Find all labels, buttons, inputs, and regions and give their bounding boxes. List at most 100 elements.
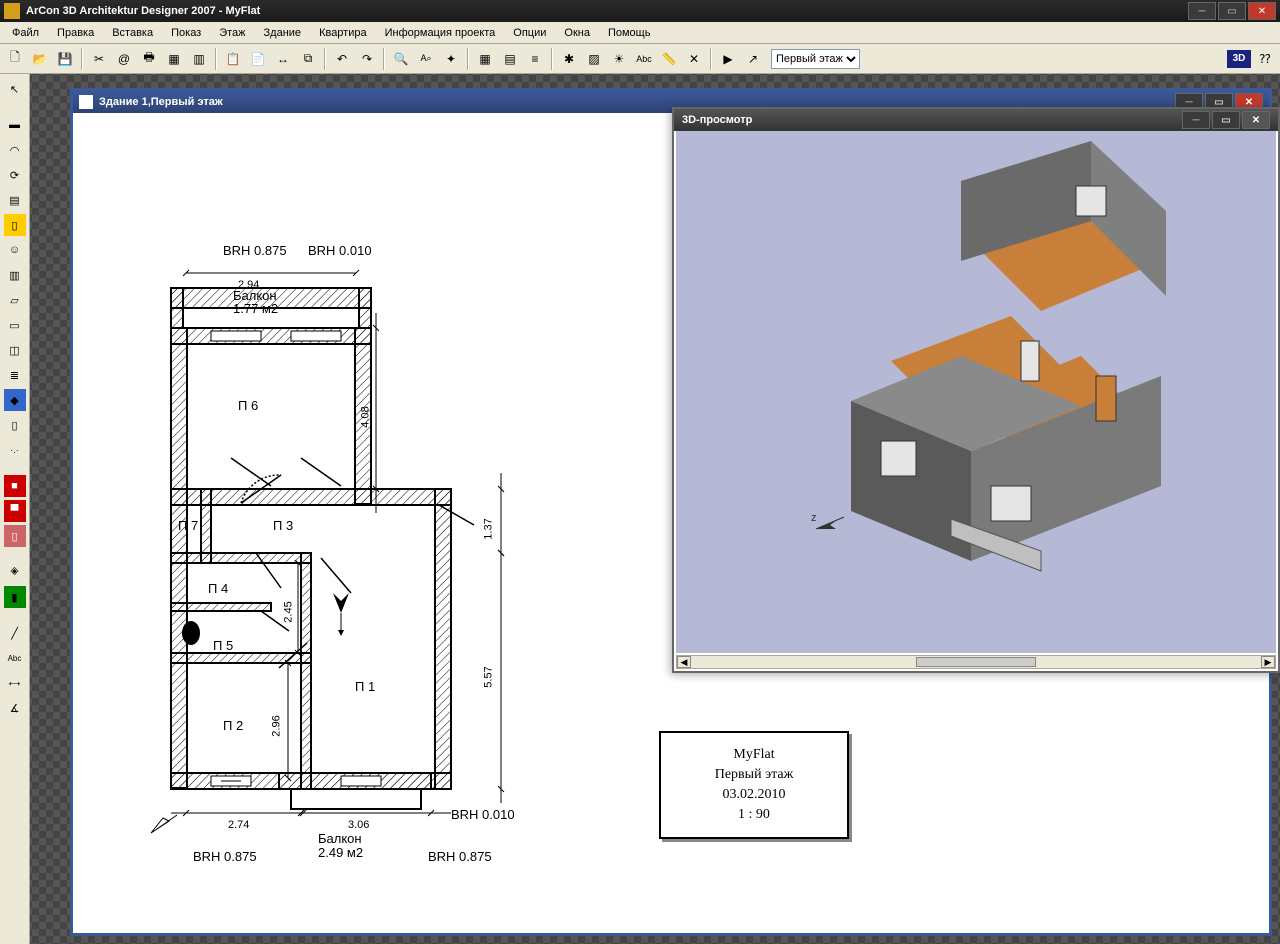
menu-floor[interactable]: Этаж xyxy=(211,25,253,41)
room-label-p5: П 5 xyxy=(213,638,233,653)
virtual-wall-icon[interactable]: ·.· xyxy=(4,439,26,461)
brh-label: BRH 0.875 xyxy=(223,243,287,258)
box-tool-icon[interactable]: ◫ xyxy=(4,339,26,361)
terrain-icon[interactable]: 🞛 xyxy=(4,561,26,583)
title-block-project: MyFlat xyxy=(733,747,774,763)
select-tool-icon[interactable]: ↖ xyxy=(4,78,26,100)
save-file-icon[interactable]: 💾 xyxy=(54,48,76,70)
dim-2-96: 2.96 xyxy=(271,715,283,736)
plan-window-title: Здание 1,Первый этаж xyxy=(99,96,223,108)
whats-this-icon[interactable]: ⁇ xyxy=(1254,48,1276,70)
wall-hatch-icon[interactable]: ▨ xyxy=(583,48,605,70)
layers-icon[interactable]: ≡ xyxy=(524,48,546,70)
title-block-scale: 1 : 90 xyxy=(738,807,770,823)
preview-maximize-button[interactable]: ▭ xyxy=(1212,111,1240,129)
open-file-icon[interactable]: 📂 xyxy=(29,48,51,70)
dimension-tool-icon[interactable]: ⟷ xyxy=(4,672,26,694)
line-tool-icon[interactable]: ╱ xyxy=(4,622,26,644)
crosshair-icon[interactable]: ✕ xyxy=(683,48,705,70)
menu-edit[interactable]: Правка xyxy=(49,25,102,41)
preview-scrollbar[interactable]: ◀ ▶ xyxy=(676,655,1276,669)
minimize-button[interactable]: ─ xyxy=(1188,2,1216,20)
marker2-icon[interactable]: ▀ xyxy=(4,500,26,522)
stairs-tool-icon[interactable]: ▥ xyxy=(4,264,26,286)
print-icon[interactable]: 🖶 xyxy=(138,48,160,70)
preview-titlebar[interactable]: 3D-просмотр ─ ▭ ✕ xyxy=(674,109,1278,131)
title-block-date: 03.02.2010 xyxy=(723,787,786,803)
marker3-icon[interactable]: ▯ xyxy=(4,525,26,547)
main-toolbar: 🗋 📂 💾 ✂ @ 🖶 ▦ ▥ 📋 📄 ↔ ⧉ ↶ ↷ 🔍 A⌕ ✦ ▦ ▤ ≡… xyxy=(0,44,1280,74)
app-titlebar: ArCon 3D Architektur Designer 2007 - MyF… xyxy=(0,0,1280,22)
shelf-icon[interactable]: ≣ xyxy=(4,364,26,386)
brh-label: BRH 0.875 xyxy=(428,849,492,864)
solid-icon[interactable]: ◆ xyxy=(4,389,26,411)
column-icon[interactable]: ▯ xyxy=(4,414,26,436)
zoom-icon[interactable]: 🔍 xyxy=(390,48,412,70)
person-icon[interactable]: ☺ xyxy=(4,239,26,261)
zoom-fit-icon[interactable]: A⌕ xyxy=(415,48,437,70)
preview-close-button[interactable]: ✕ xyxy=(1242,111,1270,129)
axes-icon[interactable]: ✱ xyxy=(558,48,580,70)
measure-icon[interactable]: 📏 xyxy=(658,48,680,70)
menu-apartment[interactable]: Квартира xyxy=(311,25,375,41)
document-icon xyxy=(79,95,93,109)
menu-help[interactable]: Помощь xyxy=(600,25,659,41)
scroll-thumb[interactable] xyxy=(916,657,1036,667)
dim-5-57: 5.57 xyxy=(483,666,495,687)
roof-tool-icon[interactable]: ▭ xyxy=(4,314,26,336)
preview-minimize-button[interactable]: ─ xyxy=(1182,111,1210,129)
menubar: Файл Правка Вставка Показ Этаж Здание Кв… xyxy=(0,22,1280,44)
duplicate-icon[interactable]: ⧉ xyxy=(297,48,319,70)
plot-icon[interactable]: ▥ xyxy=(188,48,210,70)
dim-2-45: 2.45 xyxy=(283,601,295,622)
maximize-button[interactable]: ▭ xyxy=(1218,2,1246,20)
title-block-floor: Первый этаж xyxy=(715,767,794,783)
undo-icon[interactable]: ↶ xyxy=(331,48,353,70)
arrow-tool-icon[interactable]: ▶ xyxy=(717,48,739,70)
balcony-bottom-label: Балкон xyxy=(318,831,362,846)
slab-tool-icon[interactable]: ▱ xyxy=(4,289,26,311)
spiral-icon[interactable]: ⟳ xyxy=(4,164,26,186)
redo-icon[interactable]: ↷ xyxy=(356,48,378,70)
preview-viewport[interactable]: z xyxy=(676,131,1276,653)
scroll-left-icon[interactable]: ◀ xyxy=(677,656,691,668)
mirror-icon[interactable]: ↔ xyxy=(272,48,294,70)
menu-view[interactable]: Показ xyxy=(163,25,209,41)
room-label-p1: П 1 xyxy=(355,679,375,694)
pointer-tool-icon[interactable]: ↗ xyxy=(742,48,764,70)
dim-1-37: 1.37 xyxy=(483,518,495,539)
room-label-p3: П 3 xyxy=(273,518,293,533)
grid-icon[interactable]: ▦ xyxy=(474,48,496,70)
menu-insert[interactable]: Вставка xyxy=(104,25,161,41)
floor-selector[interactable]: Первый этаж xyxy=(771,49,860,69)
menu-project-info[interactable]: Информация проекта xyxy=(377,25,504,41)
window-tool-icon[interactable]: ▯ xyxy=(4,214,26,236)
sun-icon[interactable]: ☀ xyxy=(608,48,630,70)
brh-label: BRH 0.010 xyxy=(451,807,515,822)
email-icon[interactable]: @ xyxy=(113,48,135,70)
paste-icon[interactable]: 📄 xyxy=(247,48,269,70)
app-icon xyxy=(4,3,20,19)
close-button[interactable]: ✕ xyxy=(1248,2,1276,20)
plant-icon[interactable]: ▮ xyxy=(4,586,26,608)
compass-icon[interactable]: ✦ xyxy=(440,48,462,70)
title-block: MyFlat Первый этаж 03.02.2010 1 : 90 xyxy=(659,731,849,839)
wall-tool-icon[interactable]: ▬ xyxy=(4,114,26,136)
angle-tool-icon[interactable]: ∡ xyxy=(4,697,26,719)
export-icon[interactable]: ▦ xyxy=(163,48,185,70)
text-icon[interactable]: Abc xyxy=(633,48,655,70)
wall-layer-icon[interactable]: ▤ xyxy=(4,189,26,211)
snap-icon[interactable]: ▤ xyxy=(499,48,521,70)
arc-wall-icon[interactable]: ◠ xyxy=(4,139,26,161)
marker1-icon[interactable]: ■ xyxy=(4,475,26,497)
menu-windows[interactable]: Окна xyxy=(556,25,598,41)
menu-building[interactable]: Здание xyxy=(256,25,310,41)
text-annot-icon[interactable]: Abc xyxy=(4,647,26,669)
copy-icon[interactable]: 📋 xyxy=(222,48,244,70)
menu-options[interactable]: Опции xyxy=(505,25,554,41)
cut-icon[interactable]: ✂ xyxy=(88,48,110,70)
scroll-right-icon[interactable]: ▶ xyxy=(1261,656,1275,668)
menu-file[interactable]: Файл xyxy=(4,25,47,41)
new-file-icon[interactable]: 🗋 xyxy=(4,48,26,70)
3d-mode-button[interactable]: 3D xyxy=(1227,50,1251,68)
